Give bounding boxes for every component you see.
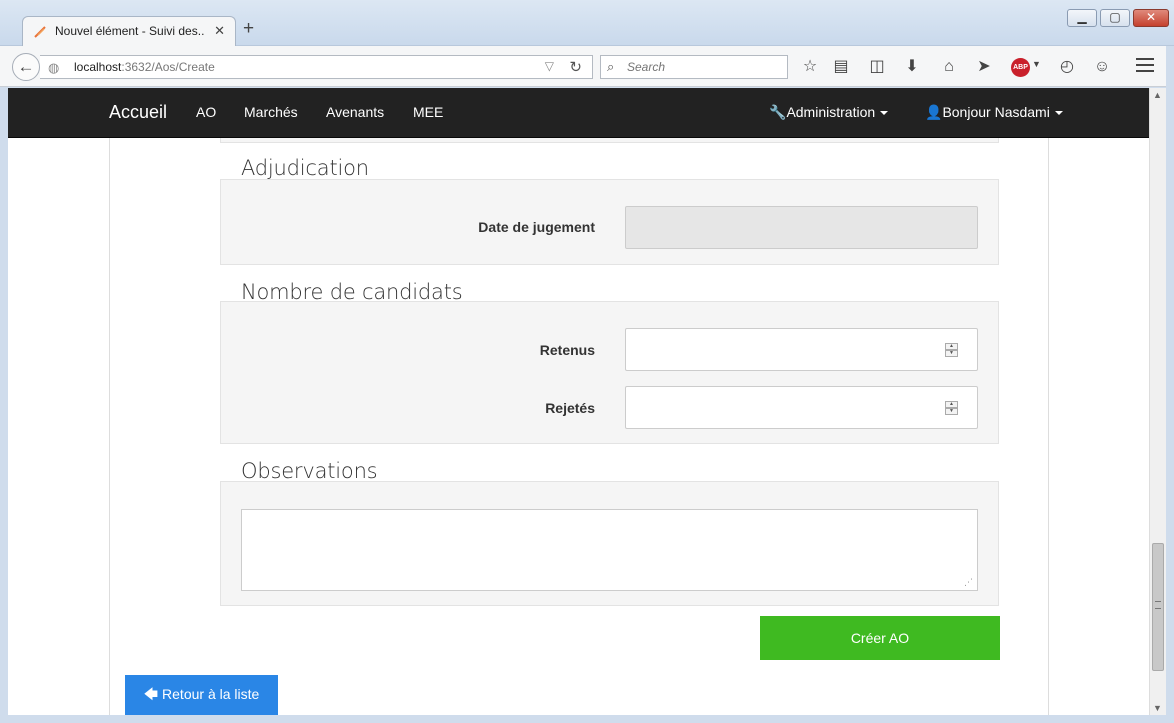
scroll-up-icon[interactable]: ▲ bbox=[1153, 90, 1162, 100]
nav-mee[interactable]: MEE bbox=[413, 104, 443, 120]
new-tab-icon[interactable]: + bbox=[243, 18, 254, 40]
search-icon: ⌕ bbox=[607, 59, 615, 74]
close-tab-icon[interactable]: ✕ bbox=[214, 23, 225, 39]
date-jugement-input[interactable] bbox=[625, 206, 978, 249]
chat-icon[interactable]: ☺ bbox=[1092, 57, 1112, 77]
pocket-icon[interactable]: ◫ bbox=[867, 57, 887, 77]
adblock-icon[interactable]: ABP bbox=[1011, 58, 1030, 77]
nav-ao[interactable]: AO bbox=[196, 104, 216, 120]
minimize-button[interactable]: ▁ bbox=[1067, 9, 1097, 27]
create-ao-button[interactable]: Créer AO bbox=[760, 616, 1000, 660]
caret-down-icon bbox=[1054, 111, 1063, 116]
tab-title: Nouvel élément - Suivi des... bbox=[55, 24, 205, 38]
browser-toolbar: ← ◍ localhost:3632/Aos/Create ▽ ↻ ⌕ ☆ ▤ … bbox=[0, 46, 1174, 87]
chevron-down-icon[interactable]: ▼ bbox=[1032, 59, 1041, 69]
observations-textarea[interactable] bbox=[241, 509, 978, 591]
window-titlebar: Nouvel élément - Suivi des... ✕ + ▁ ▢ ✕ bbox=[0, 0, 1174, 47]
history-icon[interactable]: ◴ bbox=[1057, 57, 1077, 77]
retenus-stepper[interactable]: ▲ ▼ bbox=[945, 343, 958, 358]
close-window-button[interactable]: ✕ bbox=[1133, 9, 1169, 27]
globe-icon: ◍ bbox=[48, 60, 60, 75]
page-scrollbar[interactable]: ▲ ▼ bbox=[1149, 88, 1166, 715]
back-to-list-button[interactable]: 🡄 Retour à la liste bbox=[125, 675, 278, 715]
observations-fieldset: ⋰ bbox=[220, 481, 999, 606]
rejetes-input[interactable]: ▲ ▼ bbox=[625, 386, 978, 429]
search-bar[interactable]: ⌕ bbox=[600, 55, 788, 79]
send-icon[interactable]: ➤ bbox=[974, 57, 994, 77]
previous-fieldset-edge bbox=[220, 138, 999, 143]
rejetes-stepper[interactable]: ▲ ▼ bbox=[945, 401, 958, 416]
window-frame-bottom bbox=[0, 715, 1174, 723]
resize-grip-icon[interactable]: ⋰ bbox=[964, 577, 973, 588]
arrow-left-icon: 🡄 bbox=[143, 686, 163, 702]
home-icon[interactable]: ⌂ bbox=[939, 57, 959, 77]
reload-icon[interactable]: ↻ bbox=[569, 58, 582, 76]
nav-avenants[interactable]: Avenants bbox=[326, 104, 384, 120]
adjudication-fieldset: Date de jugement bbox=[220, 179, 999, 265]
date-jugement-label: Date de jugement bbox=[478, 219, 595, 235]
nav-user-dropdown[interactable]: 👤Bonjour Nasdami bbox=[925, 104, 1063, 121]
url-dropdown-icon[interactable]: ▽ bbox=[545, 59, 554, 73]
scrollbar-thumb[interactable] bbox=[1152, 543, 1164, 671]
maximize-button[interactable]: ▢ bbox=[1100, 9, 1130, 27]
reading-list-icon[interactable]: ▤ bbox=[831, 57, 851, 77]
caret-down-icon bbox=[880, 111, 889, 116]
back-arrow-icon[interactable]: ← bbox=[12, 53, 40, 81]
brand-link[interactable]: Accueil bbox=[109, 102, 167, 123]
nav-marches[interactable]: Marchés bbox=[244, 104, 298, 120]
observations-legend: Observations bbox=[230, 459, 390, 483]
candidats-fieldset: Retenus ▲ ▼ Rejetés ▲ ▼ bbox=[220, 301, 999, 444]
download-icon[interactable]: ⬇ bbox=[902, 57, 922, 77]
url-text: localhost:3632/Aos/Create bbox=[74, 60, 215, 74]
retenus-label: Retenus bbox=[539, 342, 595, 358]
scroll-down-icon[interactable]: ▼ bbox=[1153, 703, 1162, 713]
browser-tab[interactable]: Nouvel élément - Suivi des... ✕ bbox=[22, 16, 236, 47]
retenus-input[interactable]: ▲ ▼ bbox=[625, 328, 978, 371]
main-container: Adjudication Date de jugement Nombre de … bbox=[109, 138, 1049, 715]
hamburger-menu-icon[interactable] bbox=[1136, 58, 1154, 74]
page-viewport: Accueil AO Marchés Avenants MEE 🔧Adminis… bbox=[8, 88, 1149, 715]
bookmark-star-icon[interactable]: ☆ bbox=[800, 57, 820, 77]
app-navbar: Accueil AO Marchés Avenants MEE 🔧Adminis… bbox=[8, 88, 1149, 138]
window-frame-right bbox=[1166, 46, 1174, 723]
nav-administration-dropdown[interactable]: 🔧Administration bbox=[769, 104, 889, 121]
user-icon: 👤 bbox=[925, 104, 943, 120]
rejetes-label: Rejetés bbox=[545, 400, 595, 416]
search-input[interactable] bbox=[625, 59, 775, 75]
feather-icon bbox=[34, 26, 46, 38]
url-bar[interactable]: ◍ localhost:3632/Aos/Create ▽ ↻ bbox=[40, 55, 593, 79]
adjudication-legend: Adjudication bbox=[230, 156, 381, 180]
wrench-icon: 🔧 bbox=[769, 104, 787, 120]
